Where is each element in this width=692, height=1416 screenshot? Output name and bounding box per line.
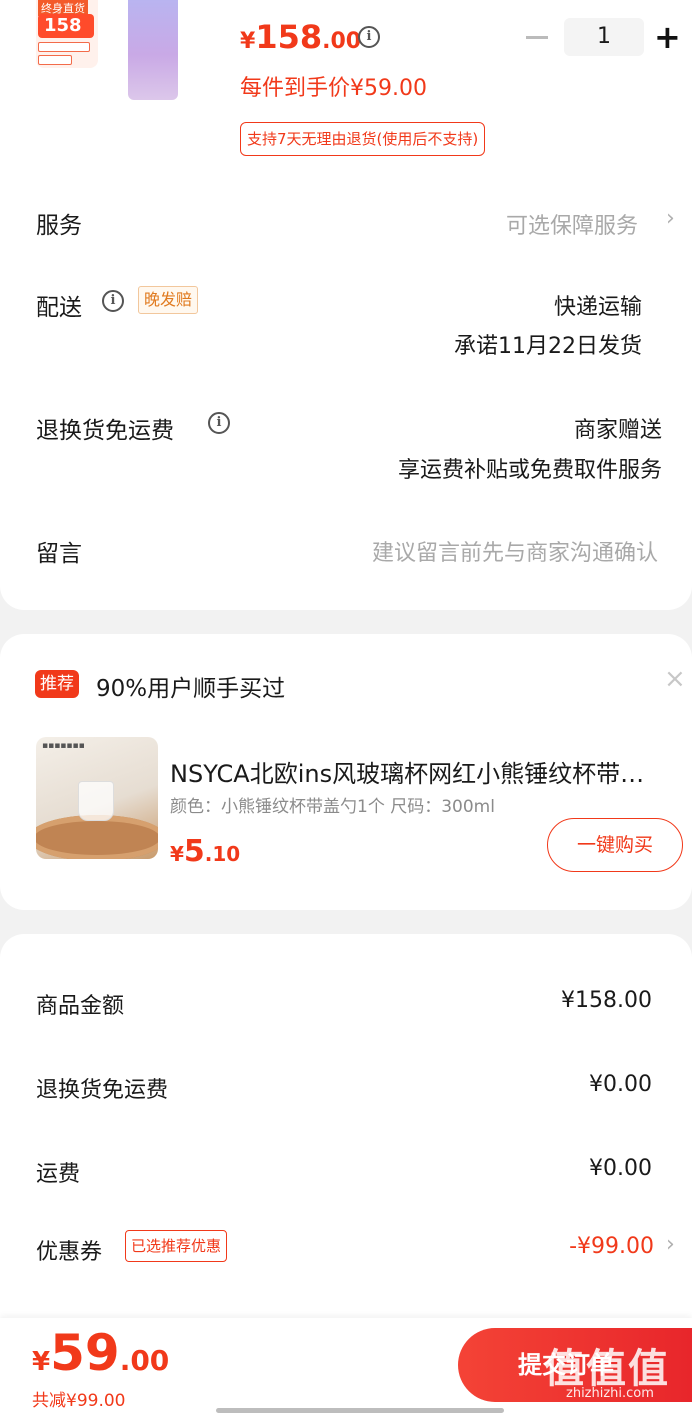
service-label: 服务 [36,213,82,239]
close-icon[interactable]: × [664,664,686,694]
return-shipping-value: 商家赠送 [573,418,662,443]
product-image[interactable] [128,0,178,100]
coupon-selected-tag[interactable]: 已选推荐优惠 [125,1230,228,1262]
recommend-product-price: ¥5.10 [170,834,241,869]
recommend-product-spec: 颜色：小熊锤纹杯带盖勺1个 尺码：300ml [170,797,495,817]
coupon-value[interactable]: -¥99.00 [569,1234,654,1259]
return-shipping-info-icon[interactable]: i [208,412,230,434]
service-value[interactable]: 可选保障服务 [506,208,638,240]
shipping-fee-value: ¥0.00 [589,1156,652,1181]
quantity-minus-button[interactable] [526,36,548,39]
chevron-right-icon[interactable]: › [666,206,675,231]
chevron-right-icon[interactable]: › [666,1232,675,1257]
delivery-method: 快递运输 [553,295,642,320]
message-label: 留言 [36,541,82,567]
final-unit-price: 每件到手价¥59.00 [240,76,427,101]
goods-amount-value: ¥158.00 [561,988,652,1013]
delivery-info-icon[interactable]: i [102,290,124,312]
recommend-product-image[interactable]: ▪▪▪▪▪▪▪ [36,737,158,859]
return-fee-value: ¥0.00 [589,1072,652,1097]
total-saved: 共减¥99.00 [32,1391,126,1411]
image-caption-decoration: ▪▪▪▪▪▪▪ [42,741,85,751]
shipping-fee-label: 运费 [36,1162,81,1187]
message-input[interactable]: 建议留言前先与商家沟通确认 [372,535,658,567]
return-shipping-sub: 享运费补贴或免费取件服务 [397,458,662,483]
quantity-value[interactable]: 1 [564,18,644,56]
thumb-price: 158 [38,14,94,38]
order-card: 终身直货 158 ¥158.00 i 1 + 每件到手价¥59.00 支持7天无… [0,0,692,610]
watermark-domain: zhizhizhi.com [566,1386,654,1401]
coupon-label: 优惠券 [36,1240,103,1265]
late-compensation-tag: 晚发赔 [138,286,199,314]
recommend-card: 推荐 90%用户顺手买过 × ▪▪▪▪▪▪▪ NSYCA北欧ins风玻璃杯网红小… [0,634,692,910]
home-indicator[interactable] [216,1408,504,1413]
price-info-icon[interactable]: i [358,26,380,48]
return-fee-label: 退换货免运费 [36,1078,169,1103]
one-click-buy-button[interactable]: 一键购买 [547,818,683,872]
product-thumbnail[interactable]: 终身直货 158 [36,0,98,68]
thumb-chip [38,42,90,52]
total-price: ¥59.00 [32,1324,170,1382]
plate-decoration [36,815,158,859]
delivery-promise: 承诺11月22日发货 [454,334,642,359]
goods-amount-label: 商品金额 [36,994,125,1019]
recommend-badge: 推荐 [35,670,79,698]
mug-decoration [78,781,114,821]
return-shipping-label: 退换货免运费 [36,418,174,444]
delivery-label: 配送 [36,295,82,321]
thumb-chip [38,55,72,65]
recommend-product-name[interactable]: NSYCA北欧ins风玻璃杯网红小熊锤纹杯带盖勺 [170,754,664,789]
product-price: ¥158.00 [240,18,362,56]
recommend-title: 90%用户顺手买过 [96,676,286,702]
return-policy-tag: 支持7天无理由退货(使用后不支持) [240,122,486,156]
quantity-plus-button[interactable]: + [654,20,681,54]
